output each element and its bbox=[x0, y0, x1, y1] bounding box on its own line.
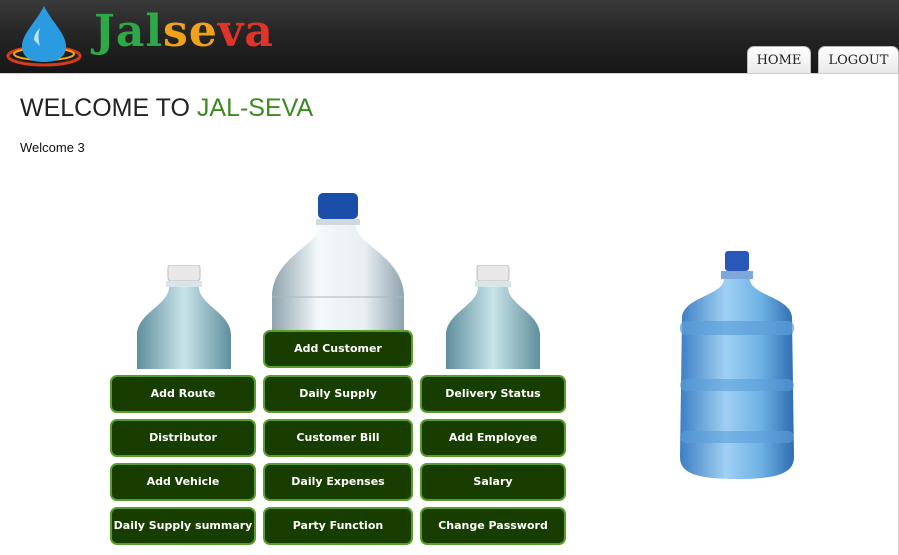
top-header: Jalseva HOME LOGOUT bbox=[0, 0, 899, 73]
welcome-message: Welcome 3 bbox=[20, 140, 85, 155]
logo-part-jal: Jal bbox=[94, 6, 164, 57]
add-customer-button[interactable]: Add Customer bbox=[263, 330, 413, 368]
page-title-prefix: WELCOME TO bbox=[20, 94, 197, 122]
logo-wordmark: Jalseva bbox=[94, 6, 274, 57]
party-function-button[interactable]: Party Function bbox=[263, 507, 413, 545]
add-vehicle-button[interactable]: Add Vehicle bbox=[110, 463, 256, 501]
customer-bill-button[interactable]: Customer Bill bbox=[263, 419, 413, 457]
logo-part-se: se bbox=[163, 6, 218, 57]
water-bottle-image bbox=[272, 193, 404, 333]
add-employee-button[interactable]: Add Employee bbox=[420, 419, 566, 457]
tab-home[interactable]: HOME bbox=[747, 46, 811, 73]
water-drop-logo-icon bbox=[6, 6, 82, 67]
page-title: WELCOME TO JAL-SEVA bbox=[20, 94, 313, 123]
distributor-button[interactable]: Distributor bbox=[110, 419, 256, 457]
daily-supply-button[interactable]: Daily Supply bbox=[263, 375, 413, 413]
page-title-accent: JAL-SEVA bbox=[196, 94, 314, 122]
salary-button[interactable]: Salary bbox=[420, 463, 566, 501]
change-password-button[interactable]: Change Password bbox=[420, 507, 566, 545]
delivery-status-button[interactable]: Delivery Status bbox=[420, 375, 566, 413]
water-bottle-image bbox=[137, 265, 231, 369]
jalseva-logo[interactable]: Jalseva bbox=[4, 4, 314, 70]
logo-part-va: va bbox=[217, 6, 274, 57]
daily-expenses-button[interactable]: Daily Expenses bbox=[263, 463, 413, 501]
water-jar-image bbox=[680, 251, 794, 479]
water-bottle-image bbox=[446, 265, 540, 369]
add-route-button[interactable]: Add Route bbox=[110, 375, 256, 413]
tab-logout[interactable]: LOGOUT bbox=[818, 46, 899, 73]
daily-supply-summary-button[interactable]: Daily Supply summary bbox=[110, 507, 256, 545]
